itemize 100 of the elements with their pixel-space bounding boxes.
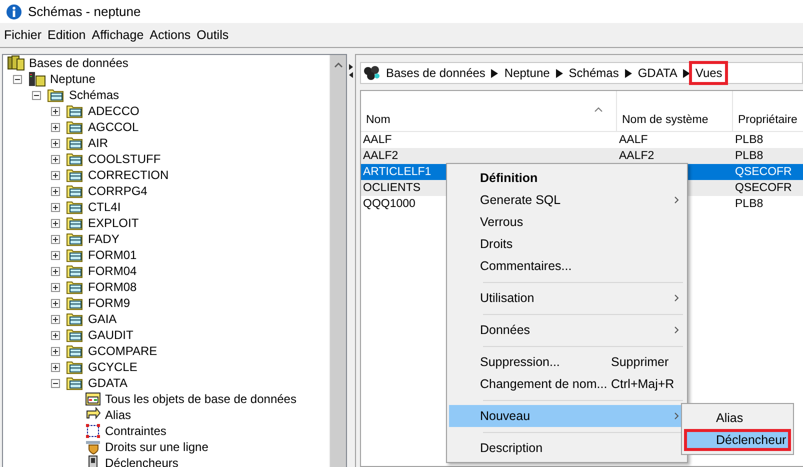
menu-item[interactable]: Changement de nom... Ctrl+Maj+R (449, 373, 685, 395)
folder-table-icon (47, 87, 65, 103)
expand-toggle[interactable] (51, 314, 60, 324)
tree-item[interactable]: GAIA (87, 312, 118, 326)
folder-table-icon (66, 263, 84, 279)
column-header[interactable]: Nom (361, 91, 617, 131)
menu-item[interactable]: Affichage (88, 28, 147, 42)
tree-item[interactable]: AIR (87, 136, 110, 150)
folder-table-icon (66, 167, 84, 183)
tree-item[interactable]: AGCCOL (87, 120, 140, 134)
menu-item[interactable]: Suppression... Supprimer (449, 351, 685, 373)
table-cell: PLB8 (735, 134, 764, 146)
menu-item[interactable]: Generate SQL (449, 189, 685, 211)
folder-table-icon (66, 119, 84, 135)
breadcrumb-link[interactable]: Bases de données (385, 66, 486, 80)
constraint-icon (85, 423, 101, 439)
menu-item[interactable]: Commentaires... (449, 255, 685, 277)
collapse-toggle[interactable] (51, 378, 60, 388)
tree-item[interactable]: GDATA (87, 376, 129, 390)
scrollbar[interactable] (329, 55, 346, 467)
tree-item[interactable]: CTL4I (87, 200, 122, 214)
expand-toggle[interactable] (51, 154, 60, 164)
tree-item[interactable]: Alias (104, 408, 132, 422)
table-cell: AALF2 (363, 150, 398, 162)
menu-item[interactable]: Alias (684, 407, 791, 429)
expand-toggle[interactable] (51, 282, 60, 292)
tree-item[interactable]: Déclencheurs (104, 456, 180, 467)
menu-item[interactable]: Actions (146, 28, 194, 42)
expand-toggle[interactable] (51, 330, 60, 340)
expand-toggle[interactable] (51, 106, 60, 116)
tree-item[interactable]: FORM04 (87, 264, 138, 278)
expand-toggle[interactable] (51, 138, 60, 148)
expand-toggle[interactable] (51, 250, 60, 260)
menu-item[interactable]: Edition (44, 28, 89, 42)
scroll-up-icon[interactable] (334, 62, 342, 68)
tree-item[interactable]: Droits sur une ligne (104, 440, 210, 454)
tree-item[interactable]: EXPLOIT (87, 216, 140, 230)
expand-toggle[interactable] (51, 266, 60, 276)
tree-item[interactable]: COOLSTUFF (87, 152, 162, 166)
menu-item[interactable]: Utilisation (449, 287, 685, 309)
folder-table-icon (66, 135, 84, 151)
collapse-toggle[interactable] (13, 74, 22, 84)
expand-toggle[interactable] (51, 346, 60, 356)
splitter-arrows-icon[interactable] (348, 64, 354, 78)
chevron-right-icon (674, 294, 679, 302)
window-icon (85, 391, 101, 407)
breadcrumb-link[interactable]: Vues (689, 61, 728, 85)
tree-item[interactable]: GCYCLE (87, 360, 138, 374)
expand-toggle[interactable] (51, 362, 60, 372)
tree-item[interactable]: Tous les objets de base de données (104, 392, 298, 406)
folder-table-icon (66, 183, 84, 199)
column-header[interactable]: Nom de système (617, 91, 733, 131)
menu-item[interactable]: Description (449, 437, 685, 459)
table-row[interactable]: AALF2 AALF2 PLB8 (361, 148, 803, 164)
expand-toggle[interactable] (51, 170, 60, 180)
database-stack-icon (7, 55, 25, 71)
folder-table-icon (66, 103, 84, 119)
breadcrumb-link[interactable]: Schémas (568, 66, 620, 80)
window-title: Schémas - neptune (28, 4, 141, 19)
tree-item[interactable]: GCOMPARE (87, 344, 158, 358)
tree-item[interactable]: Bases de données (28, 56, 130, 70)
folder-table-icon (66, 279, 84, 295)
expand-toggle[interactable] (51, 298, 60, 308)
folder-table-icon (66, 311, 84, 327)
expand-toggle[interactable] (51, 202, 60, 212)
expand-toggle[interactable] (51, 234, 60, 244)
menu-item[interactable]: Définition (449, 167, 685, 189)
menu-item[interactable]: Déclencheur (684, 429, 791, 451)
folder-table-icon (66, 375, 84, 391)
table-cell: PLB8 (735, 150, 764, 162)
menu-item[interactable]: Verrous (449, 211, 685, 233)
table-cell: AALF (619, 134, 648, 146)
breadcrumb-link[interactable]: GDATA (636, 66, 678, 80)
menu-item[interactable]: Droits (449, 233, 685, 255)
breadcrumb-link[interactable]: Neptune (503, 66, 551, 80)
tree-item[interactable]: CORRECTION (87, 168, 170, 182)
tree-item[interactable]: FORM01 (87, 248, 138, 262)
menu-item[interactable]: Données (449, 319, 685, 341)
tree-item[interactable]: GAUDIT (87, 328, 134, 342)
column-header[interactable]: Propriétaire (733, 91, 803, 131)
menu-item[interactable]: Fichier (1, 28, 45, 42)
table-cell: ARTICLELF1 (363, 166, 432, 178)
tree-item[interactable]: Contraintes (104, 424, 168, 438)
tree-item[interactable]: CORRPG4 (87, 184, 148, 198)
folder-table-icon (66, 327, 84, 343)
expand-toggle[interactable] (51, 218, 60, 228)
tree-item[interactable]: FORM9 (87, 296, 131, 310)
tree-item[interactable]: ADECCO (87, 104, 140, 118)
folder-table-icon (66, 295, 84, 311)
expand-toggle[interactable] (51, 122, 60, 132)
collapse-toggle[interactable] (32, 90, 41, 100)
menu-item[interactable]: Outils (194, 28, 232, 42)
table-cell: OCLIENTS (363, 182, 421, 194)
tree-item[interactable]: FORM08 (87, 280, 138, 294)
tree-item[interactable]: FADY (87, 232, 120, 246)
chevron-right-icon (674, 412, 679, 420)
expand-toggle[interactable] (51, 186, 60, 196)
tree-item[interactable]: Schémas (68, 88, 120, 102)
tree-item[interactable]: Neptune (49, 72, 96, 86)
table-row[interactable]: AALF AALF PLB8 (361, 132, 803, 148)
